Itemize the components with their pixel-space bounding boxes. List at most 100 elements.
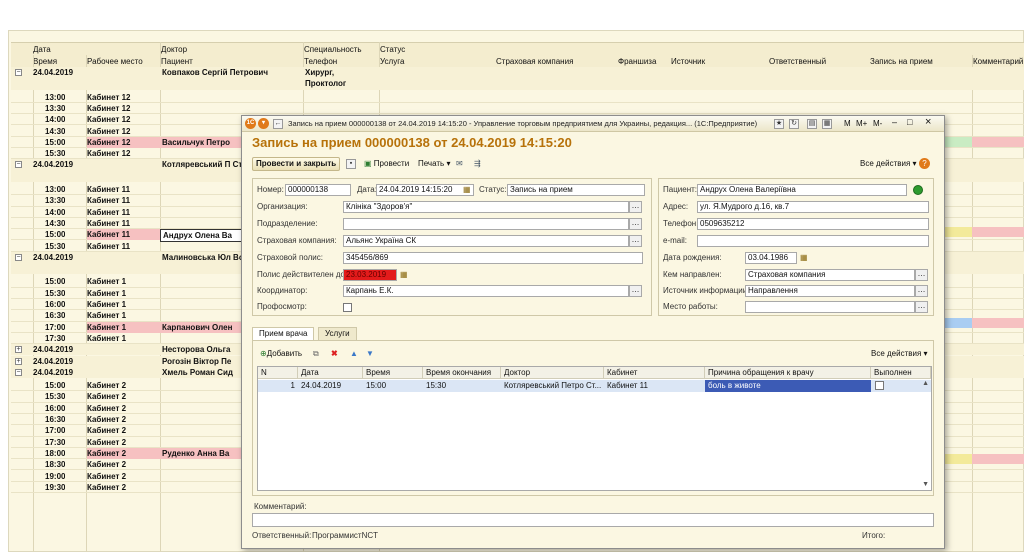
minimize-button[interactable]: –: [892, 117, 897, 127]
time-slot-row[interactable]: 13:00 Кабинет 12: [11, 92, 1024, 103]
calendar-icon[interactable]: ▦: [822, 119, 832, 129]
print-button[interactable]: Печать ▾: [418, 158, 450, 170]
patient-status-icon[interactable]: [913, 185, 923, 195]
col-status[interactable]: Статус: [380, 44, 405, 56]
grid-cell-n[interactable]: 1: [258, 380, 298, 392]
department-field[interactable]: [343, 218, 629, 230]
restore-button[interactable]: □: [907, 117, 912, 127]
memory-button[interactable]: M: [844, 119, 851, 128]
grid-col-reason[interactable]: Причина обращения к врачу: [705, 367, 871, 379]
number-field[interactable]: 000000138: [285, 184, 351, 196]
policy-field[interactable]: 345456/869: [343, 252, 643, 264]
grid-col-room[interactable]: Кабинет: [604, 367, 705, 379]
grid-cell-doctor[interactable]: Котляревський Петро Ст...: [501, 380, 604, 392]
col-specialty[interactable]: Специальность: [304, 44, 362, 56]
post-button[interactable]: ▣ Провести: [364, 158, 409, 170]
patient-field[interactable]: Андрух Олена Валеріївна: [697, 184, 907, 196]
comment-field[interactable]: [252, 513, 934, 527]
coordinator-select-button[interactable]: …: [629, 285, 642, 297]
structure-icon[interactable]: ⇶: [474, 158, 481, 170]
calendar-picker-icon[interactable]: ▦: [400, 269, 408, 281]
policy-valid-field[interactable]: 23.03.2019: [343, 269, 397, 281]
favorite-icon[interactable]: ★: [774, 119, 784, 129]
move-down-icon[interactable]: ▼: [366, 348, 374, 360]
grid-cell-end-time[interactable]: 15:30: [423, 380, 501, 392]
copy-row-icon[interactable]: ⧉: [313, 348, 319, 360]
org-select-button[interactable]: …: [629, 201, 642, 213]
all-actions-menu[interactable]: Все действия ▾: [860, 158, 917, 170]
tab-services[interactable]: Услуги: [318, 327, 357, 340]
organization-field[interactable]: Клініка "Здоров'я": [343, 201, 629, 213]
calendar-picker-icon[interactable]: ▦: [800, 252, 808, 264]
document-icon[interactable]: ▤: [807, 119, 817, 129]
grid-col-done[interactable]: Выполнен: [871, 367, 931, 379]
doctor-group-row[interactable]: − 24.04.2019 Ковпаков Сергій Петрович Хирур…: [11, 67, 1024, 90]
grid-cell-room[interactable]: Кабинет 11: [604, 380, 705, 392]
date-field[interactable]: 24.04.2019 14:15:20: [376, 184, 474, 196]
grid-col-time[interactable]: Время: [363, 367, 423, 379]
time-slot-row[interactable]: 13:30 Кабинет 12: [11, 103, 1024, 115]
app-logo-icon[interactable]: 1C: [245, 118, 256, 129]
collapse-icon[interactable]: −: [15, 368, 22, 376]
memory-minus-button[interactable]: M-: [873, 119, 882, 128]
col-doctor[interactable]: Доктор: [161, 44, 187, 56]
phone-field[interactable]: 0509635212: [697, 218, 929, 230]
status-cell-yellow: [945, 454, 972, 464]
refresh-icon[interactable]: ↻: [789, 119, 799, 129]
grid-cell-date[interactable]: 24.04.2019: [298, 380, 363, 392]
slot-patient[interactable]: Васильчук Петро: [160, 136, 254, 148]
add-row-button[interactable]: ⊕Добавить: [260, 348, 302, 360]
workplace-field[interactable]: [745, 301, 915, 313]
expand-icon[interactable]: +: [15, 357, 22, 365]
tab-doctor-visit[interactable]: Прием врача: [252, 327, 315, 340]
save-icon[interactable]: ▪: [346, 159, 356, 169]
scroll-up-icon[interactable]: ▲: [922, 380, 929, 387]
grid-cell-reason[interactable]: боль в животе: [705, 380, 871, 392]
coordinator-field[interactable]: Карпань Е.К.: [343, 285, 629, 297]
collapse-icon[interactable]: −: [15, 161, 22, 169]
grid-col-date[interactable]: Дата: [298, 367, 363, 379]
back-icon[interactable]: ←: [273, 119, 283, 129]
responsible-label: Ответственный:: [252, 531, 312, 540]
slot-patient[interactable]: Руденко Анна Ва: [160, 447, 254, 459]
insurer-field[interactable]: Альянс Україна СК: [343, 235, 629, 247]
grid-all-actions-menu[interactable]: Все действия ▾: [871, 348, 928, 360]
info-source-field[interactable]: Направлення: [745, 285, 915, 297]
slot-patient[interactable]: Карпанович Олен: [160, 321, 254, 333]
birthdate-field[interactable]: 03.04.1986: [745, 252, 797, 264]
grid-cell-time[interactable]: 15:00: [363, 380, 423, 392]
collapse-icon[interactable]: −: [15, 69, 22, 76]
col-date[interactable]: Дата: [33, 44, 51, 56]
close-button[interactable]: ×: [925, 116, 931, 128]
dept-select-button[interactable]: …: [629, 218, 642, 230]
status-field[interactable]: Запись на прием: [507, 184, 645, 196]
envelope-icon[interactable]: ✉: [456, 158, 463, 170]
scroll-down-icon[interactable]: ▼: [922, 481, 929, 488]
group-date: 24.04.2019: [33, 367, 74, 377]
referred-select-button[interactable]: …: [915, 269, 928, 281]
memory-plus-button[interactable]: M+: [856, 119, 867, 128]
move-up-icon[interactable]: ▲: [350, 348, 358, 360]
workplace-select-button[interactable]: …: [915, 301, 928, 313]
phone-label: Телефон:: [663, 219, 699, 228]
group-date: 24.04.2019: [33, 345, 74, 355]
info-source-select-button[interactable]: …: [915, 285, 928, 297]
email-field[interactable]: [697, 235, 929, 247]
help-icon[interactable]: ?: [919, 158, 930, 169]
checkup-checkbox[interactable]: [343, 303, 352, 312]
done-checkbox[interactable]: [875, 381, 884, 390]
delete-row-icon[interactable]: ✖: [331, 348, 338, 360]
menu-arrow-icon[interactable]: ▾: [258, 118, 269, 129]
grid-col-n[interactable]: N: [258, 367, 298, 379]
status-cell-pink: [972, 454, 1024, 464]
address-field[interactable]: ул. Я.Мудрого д.16, кв.7: [697, 201, 929, 213]
expand-icon[interactable]: +: [15, 346, 22, 354]
post-and-close-button[interactable]: Провести и закрыть: [252, 157, 341, 171]
collapse-icon[interactable]: −: [15, 253, 22, 261]
insurer-select-button[interactable]: …: [629, 235, 642, 247]
calendar-picker-icon[interactable]: ▦: [463, 184, 471, 196]
grid-col-end-time[interactable]: Время окончания: [423, 367, 501, 379]
grid-col-doctor[interactable]: Доктор: [501, 367, 604, 379]
referred-by-field[interactable]: Страховая компания: [745, 269, 915, 281]
slot-time: 15:30: [45, 149, 66, 159]
